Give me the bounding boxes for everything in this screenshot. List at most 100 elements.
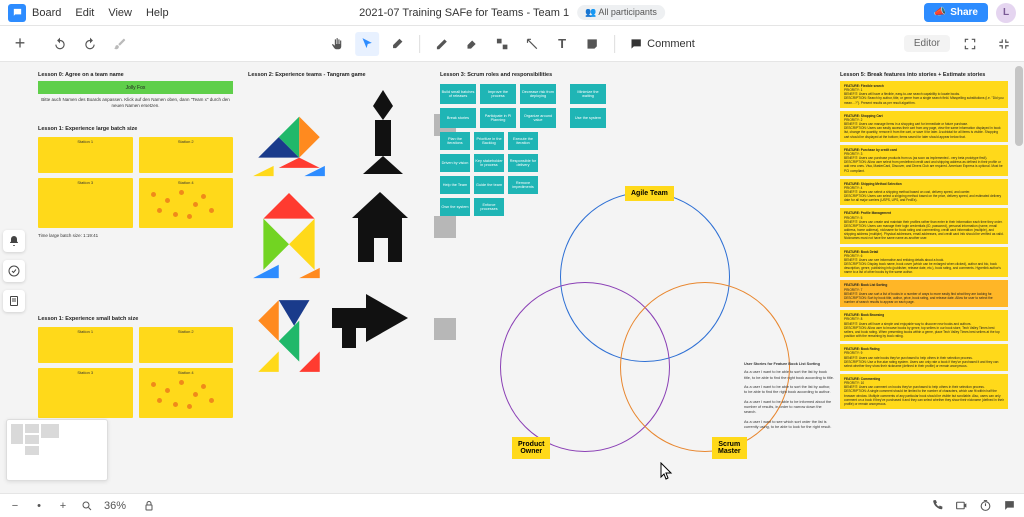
- tangram-candle[interactable]: [358, 90, 408, 174]
- feature-card[interactable]: FEATURE: Flexible searchPRIORITY: 1 BENE…: [840, 81, 1008, 108]
- timer-button[interactable]: [978, 499, 992, 513]
- menu-edit[interactable]: Edit: [75, 7, 94, 19]
- gray-square[interactable]: [434, 318, 456, 340]
- tasks-button[interactable]: [3, 260, 25, 282]
- participants-pill[interactable]: 👥 All participants: [577, 5, 665, 20]
- station-card[interactable]: Station 3: [38, 178, 133, 228]
- hand-tool[interactable]: [325, 32, 349, 56]
- teal-card[interactable]: Plan the iterations: [440, 132, 470, 150]
- lesson-0-note: Bitte auch Namen des Boards anpassen. Kl…: [38, 97, 233, 109]
- teal-card[interactable]: Participate in PI Planning: [480, 108, 516, 128]
- feature-card[interactable]: FEATURE: Profile ManagementPRIORITY: 5 B…: [840, 208, 1008, 243]
- feature-card[interactable]: FEATURE: Book BrowsingPRIORITY: 8 BENEFI…: [840, 310, 1008, 341]
- separator: [614, 35, 615, 53]
- feature-card[interactable]: FEATURE: Shipping Method SelectionPRIORI…: [840, 179, 1008, 206]
- tangram-row-3: [248, 288, 428, 384]
- highlighter-tool[interactable]: [460, 32, 484, 56]
- menu-view[interactable]: View: [108, 7, 132, 19]
- teal-card[interactable]: Build small batches of releases: [440, 84, 476, 104]
- editor-mode-pill[interactable]: Editor: [904, 35, 950, 52]
- canvas[interactable]: Lesson 0: Agree on a team name Jolly Fox…: [0, 62, 1024, 493]
- chat-icon: [12, 7, 23, 18]
- feature-body: PRIORITY: 1 BENEFIT: Users will have a f…: [844, 88, 1004, 105]
- teal-card[interactable]: Own the system: [440, 198, 470, 216]
- station-card[interactable]: Station 1: [38, 137, 133, 173]
- tangram-arrow[interactable]: [332, 294, 408, 354]
- station-card[interactable]: Station 2: [139, 137, 234, 173]
- feature-card[interactable]: FEATURE: Shopping CartPRIORITY: 2 BENEFI…: [840, 111, 1008, 142]
- teal-card[interactable]: Organize around value: [520, 108, 556, 128]
- station-card[interactable]: Station 2: [139, 327, 234, 363]
- teal-card[interactable]: Improve the process: [480, 84, 516, 104]
- add-button[interactable]: +: [8, 32, 32, 56]
- teal-card[interactable]: Help the Team: [440, 176, 470, 194]
- expand-icon: [963, 37, 977, 51]
- fit-button[interactable]: [992, 32, 1016, 56]
- vertical-scrollbar[interactable]: [1014, 62, 1024, 493]
- feature-body: PRIORITY: 7 BENEFIT: Users can sort a li…: [844, 288, 1004, 305]
- shape-tool[interactable]: [490, 32, 514, 56]
- redo-icon: [83, 37, 97, 51]
- hand-icon: [330, 37, 344, 51]
- comment-button[interactable]: Comment: [623, 37, 701, 51]
- tangram-pieces[interactable]: [248, 84, 330, 180]
- teal-card[interactable]: Break stories: [440, 108, 476, 128]
- scrollbar-thumb[interactable]: [1015, 66, 1023, 146]
- document-title[interactable]: 2021-07 Training SAFe for Teams - Team 1: [359, 7, 569, 19]
- redo-button[interactable]: [78, 32, 102, 56]
- feature-body: PRIORITY: 6 BENEFIT: Users can see infor…: [844, 254, 1004, 275]
- teal-card[interactable]: Decrease risk from deploying: [520, 84, 556, 104]
- venn-label-team[interactable]: Agile Team: [625, 186, 674, 201]
- teal-card[interactable]: Execute the iteration: [508, 132, 538, 150]
- tangram-pieces[interactable]: [248, 186, 330, 282]
- tangram-pieces[interactable]: [248, 288, 330, 384]
- teal-card[interactable]: Key stakeholder in process: [474, 154, 504, 172]
- station-card[interactable]: Station 1: [38, 327, 133, 363]
- fullscreen-button[interactable]: [958, 32, 982, 56]
- files-button[interactable]: [3, 290, 25, 312]
- minimap[interactable]: [6, 419, 108, 481]
- notifications-button[interactable]: [3, 230, 25, 252]
- station-card[interactable]: Station 4: [139, 178, 234, 228]
- station-card[interactable]: Station 4: [139, 368, 234, 418]
- chat-button[interactable]: [1002, 499, 1016, 513]
- feature-card[interactable]: FEATURE: Purchase by credit cardPRIORITY…: [840, 145, 1008, 176]
- zoom-out-button[interactable]: −: [8, 499, 22, 513]
- lock-button[interactable]: [142, 499, 156, 513]
- shape-icon: [495, 37, 509, 51]
- teal-card[interactable]: Minimize the waiting: [570, 84, 606, 104]
- zoom-slider-dot[interactable]: •: [32, 499, 46, 513]
- text-tool[interactable]: T: [550, 32, 574, 56]
- feature-card[interactable]: FEATURE: Book List SortingPRIORITY: 7 BE…: [840, 280, 1008, 307]
- station-card[interactable]: Station 3: [38, 368, 133, 418]
- pen-tool[interactable]: [430, 32, 454, 56]
- teal-card[interactable]: Use the system: [570, 108, 606, 128]
- format-painter-button[interactable]: [108, 32, 132, 56]
- zoom-fit-button[interactable]: [80, 499, 94, 513]
- tangram-house[interactable]: [352, 192, 408, 272]
- menu-help[interactable]: Help: [146, 7, 169, 19]
- app-logo[interactable]: [8, 4, 26, 22]
- team-name-button[interactable]: Jolly Fox: [38, 81, 233, 94]
- connector-tool[interactable]: [520, 32, 544, 56]
- venn-label-po[interactable]: Product Owner: [512, 437, 550, 459]
- feature-card[interactable]: FEATURE: Book DetailPRIORITY: 6 BENEFIT:…: [840, 247, 1008, 278]
- share-button[interactable]: 📣 Share: [924, 3, 988, 22]
- undo-button[interactable]: [48, 32, 72, 56]
- eraser-tool[interactable]: [385, 32, 409, 56]
- sticky-tool[interactable]: [580, 32, 604, 56]
- feature-card[interactable]: FEATURE: CommentingPRIORITY: 10 BENEFIT:…: [840, 374, 1008, 409]
- zoom-level[interactable]: 36%: [104, 500, 126, 512]
- menu-board[interactable]: Board: [32, 7, 61, 19]
- user-avatar[interactable]: L: [996, 3, 1016, 23]
- camera-button[interactable]: [954, 499, 968, 513]
- teal-card[interactable]: Prioritize in the Backlog: [474, 132, 504, 150]
- select-tool[interactable]: [355, 32, 379, 56]
- teal-card[interactable]: Responsible for delivery: [508, 154, 538, 172]
- zoom-in-button[interactable]: +: [56, 499, 70, 513]
- phone-button[interactable]: [930, 499, 944, 513]
- venn-label-sm[interactable]: Scrum Master: [712, 437, 747, 459]
- teal-card[interactable]: Driven by vision: [440, 154, 470, 172]
- feature-card[interactable]: FEATURE: Book RatingPRIORITY: 9 BENEFIT:…: [840, 344, 1008, 371]
- left-rail: [3, 230, 25, 312]
